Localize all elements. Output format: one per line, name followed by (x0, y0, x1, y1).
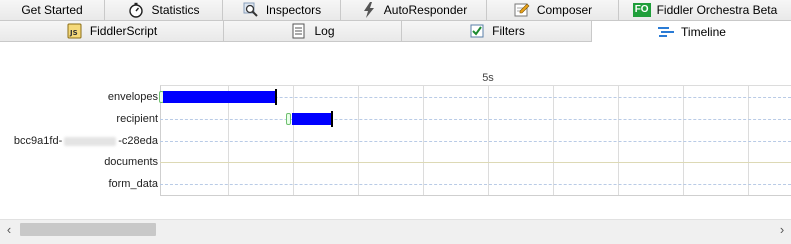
tab-statistics[interactable]: Statistics (105, 0, 223, 20)
session-label-bcc9a1fd[interactable]: bcc9a1fd- -c28eda (14, 135, 158, 147)
tab-autoresponder[interactable]: AutoResponder (341, 0, 487, 20)
session-label-recipient[interactable]: recipient (116, 113, 158, 125)
session-start-marker (286, 113, 291, 125)
tab-composer[interactable]: Composer (487, 0, 619, 20)
session-label-envelopes[interactable]: envelopes (108, 91, 158, 103)
checkbox-icon (468, 23, 486, 39)
log-icon (290, 23, 308, 39)
timeline-icon (657, 24, 675, 40)
tab-log[interactable]: Log (224, 21, 402, 41)
scrollbar-thumb[interactable] (20, 223, 156, 236)
session-label-suffix: -c28eda (118, 135, 158, 147)
script-icon: JS (66, 23, 84, 39)
timeline-row-line (160, 119, 791, 120)
session-label-form-data[interactable]: form_data (108, 178, 158, 190)
svg-text:JS: JS (69, 29, 78, 37)
pencil-icon (513, 2, 531, 18)
session-bar-envelopes[interactable] (163, 91, 276, 103)
session-label-documents[interactable]: documents (104, 156, 158, 168)
lightning-icon (360, 2, 378, 18)
tab-row-primary: Get Started Statistics Inspectors AutoRe… (0, 0, 791, 21)
timeline-row-line (160, 162, 791, 163)
scroll-right-button[interactable]: › (773, 220, 791, 238)
magnifier-icon (242, 2, 260, 18)
tab-label: AutoResponder (383, 3, 468, 17)
session-label-prefix: bcc9a1fd- (13, 135, 63, 147)
tab-get-started[interactable]: Get Started (0, 0, 105, 20)
timeline-row-line (160, 184, 791, 185)
tab-label: Statistics (151, 3, 200, 17)
session-end-marker (331, 111, 333, 127)
session-end-marker (275, 89, 277, 105)
timeline-row-line (160, 141, 791, 142)
scroll-left-button[interactable]: ‹ (0, 220, 18, 238)
tab-label: Timeline (681, 24, 726, 39)
tab-timeline[interactable]: Timeline (592, 21, 791, 43)
tab-fiddlerscript[interactable]: JS FiddlerScript (0, 21, 224, 41)
time-axis-label: 5s (482, 72, 494, 84)
tab-label: FiddlerScript (89, 24, 158, 38)
tab-label: Composer (536, 3, 593, 17)
redacted-text (64, 136, 117, 146)
fo-badge-icon: FO (632, 3, 651, 17)
tab-label: Fiddler Orchestra Beta (656, 3, 778, 17)
tab-label: Filters (492, 24, 525, 38)
tab-filters[interactable]: Filters (402, 21, 592, 41)
tab-row-secondary: JS FiddlerScript Log Filters Timeline (0, 21, 791, 43)
timeline-panel: 5s envelopes recipient bcc9a1fd- -c28eda … (0, 43, 791, 219)
tab-label: Inspectors (265, 3, 322, 17)
horizontal-scrollbar[interactable]: ‹ › (0, 219, 791, 238)
stopwatch-icon (127, 2, 145, 18)
session-bar-recipient[interactable] (292, 113, 332, 125)
tab-inspectors[interactable]: Inspectors (223, 0, 341, 20)
tab-label: Get Started (21, 3, 83, 17)
tab-label: Log (314, 24, 335, 38)
bottom-strip (0, 238, 791, 244)
tab-fiddler-orchestra[interactable]: FO Fiddler Orchestra Beta (619, 0, 791, 20)
